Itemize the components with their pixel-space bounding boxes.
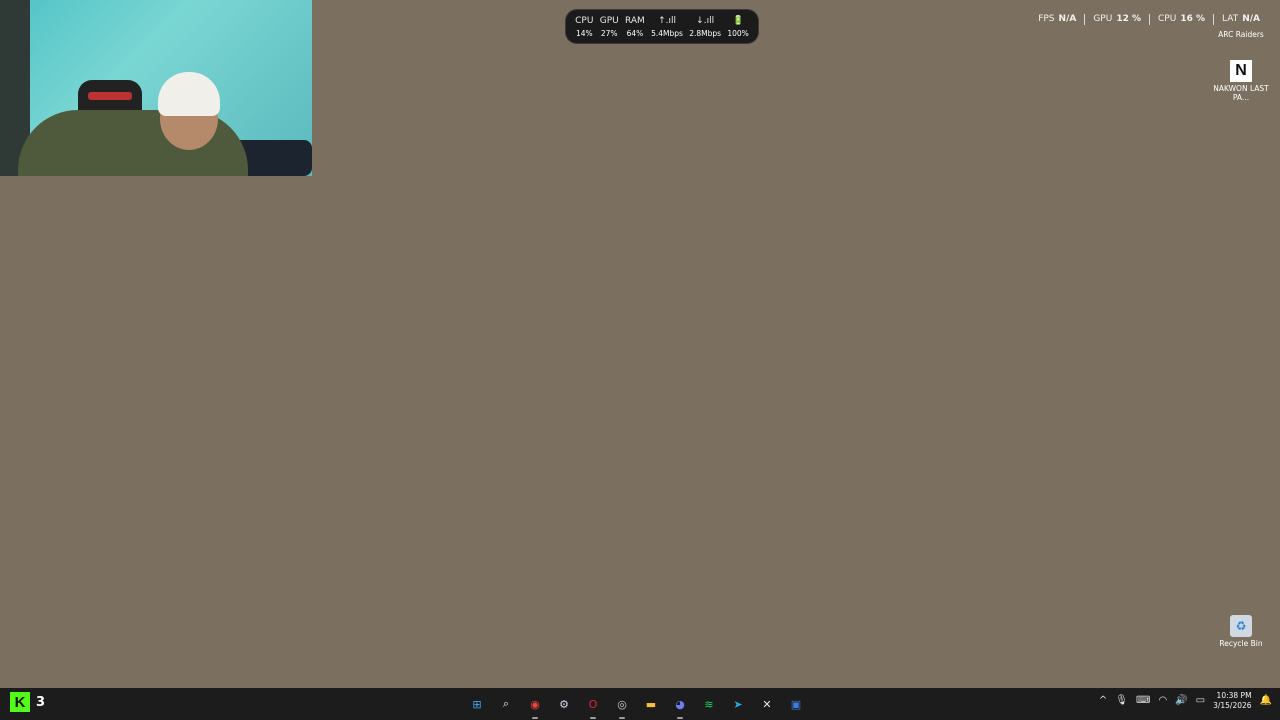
taskbar-left: K 3 <box>10 692 45 712</box>
obs-icon: ◎ <box>617 697 627 711</box>
running-indicator <box>590 717 596 719</box>
perf-cpu-value: 16 % <box>1180 14 1206 24</box>
webcam-chair-stripe <box>88 92 132 100</box>
running-indicator <box>677 717 683 719</box>
perf-lat: LAT N/A <box>1214 14 1268 24</box>
perf-lat-value: N/A <box>1242 14 1260 24</box>
taskbar-app-button[interactable]: ➤ <box>728 692 748 716</box>
sysmon-ram: RAM 64% <box>625 16 645 38</box>
running-indicator <box>619 717 625 719</box>
perf-fps: FPS N/A <box>1030 14 1084 24</box>
capcut-icon: ✕ <box>762 697 772 711</box>
chevron-up-icon[interactable]: ^ <box>1099 695 1107 706</box>
taskbar: K 3 ⊞ ⌕ ◉ ⚙ O ◎ ▬ ◕ ≋ ➤ ✕ ▣ ^ 🎙 ⌨ ◠ 🔊 ▭ 10:38 PM 3/… <box>0 688 1280 720</box>
sysmon-gpu-label: GPU <box>599 15 619 26</box>
taskbar-app-button[interactable]: ≋ <box>699 692 719 716</box>
taskbar-app-button[interactable]: ⌕ <box>496 692 516 716</box>
upload-signal-icon: ↑.ıll <box>658 15 676 26</box>
desktop-icon-label: ARC Raiders <box>1218 30 1264 39</box>
sysmon-ram-value: 64% <box>626 28 644 38</box>
taskbar-app-button[interactable]: O <box>583 692 603 719</box>
recycle-bin-icon: ♻ <box>1230 615 1252 637</box>
wifi-icon[interactable]: ◠ <box>1158 695 1167 706</box>
perf-gpu-value: 12 % <box>1116 14 1142 24</box>
kick-viewer-count: 3 <box>36 694 46 710</box>
perf-cpu-label: CPU <box>1158 14 1177 24</box>
taskbar-app-button[interactable]: ▬ <box>641 692 661 716</box>
spotify-icon: ≋ <box>704 697 714 711</box>
microphone-icon[interactable]: 🎙 <box>1115 695 1128 706</box>
perf-gpu-label: GPU <box>1093 14 1113 24</box>
battery-icon: 🔋 <box>732 15 744 26</box>
sysmon-battery: 🔋 100% <box>727 16 748 38</box>
telegram-icon: ➤ <box>733 697 743 711</box>
sysmon-upload-value: 5.4Mbps <box>651 28 683 38</box>
desktop-icon-arc-raiders[interactable]: ARC Raiders <box>1213 30 1269 39</box>
steam-icon: ⚙ <box>559 697 569 711</box>
sysmon-gpu-value: 27% <box>600 28 618 38</box>
keyboard-icon[interactable]: ⌨ <box>1136 695 1150 706</box>
webcam-beanie <box>158 72 220 116</box>
sysmon-download-value: 2.8Mbps <box>689 28 722 38</box>
kick-icon[interactable]: K <box>10 692 30 712</box>
nakwon-app-icon: N <box>1230 60 1252 82</box>
clock[interactable]: 10:38 PM 3/15/2026 <box>1213 691 1251 711</box>
perf-fps-label: FPS <box>1038 14 1055 24</box>
roblox-icon: ▣ <box>790 697 802 711</box>
taskbar-app-button[interactable]: ◕ <box>670 692 690 719</box>
desktop-icon-label: Recycle Bin <box>1219 639 1263 648</box>
discord-icon: ◕ <box>675 697 685 711</box>
sysmon-cpu-value: 14% <box>575 28 593 38</box>
chrome-icon: ◉ <box>530 697 540 711</box>
taskbar-app-button[interactable]: ✕ <box>757 692 777 716</box>
webcam-overlay <box>0 0 312 176</box>
system-monitor-widget[interactable]: CPU 14% GPU 27% RAM 64% ↑.ıll 5.4Mbps ↓.… <box>565 9 759 44</box>
download-signal-icon: ↓.ıll <box>696 15 715 26</box>
clock-date: 3/15/2026 <box>1213 700 1252 710</box>
battery-icon[interactable]: ▭ <box>1196 695 1205 706</box>
opera-gx-icon: O <box>588 697 598 711</box>
performance-overlay: FPS N/A GPU 12 % CPU 16 % LAT N/A <box>1030 12 1268 26</box>
perf-gpu: GPU 12 % <box>1085 14 1149 24</box>
taskbar-apps: ⊞ ⌕ ◉ ⚙ O ◎ ▬ ◕ ≋ ➤ ✕ ▣ <box>467 692 806 719</box>
system-tray: ^ 🎙 ⌨ ◠ 🔊 ▭ 10:38 PM 3/15/2026 🔔 <box>1099 691 1272 711</box>
desktop-icon-label: NAKWON LAST PA... <box>1213 84 1269 103</box>
running-indicator <box>532 717 538 719</box>
sysmon-ram-label: RAM <box>625 15 645 26</box>
desktop-icon-nakwon[interactable]: N NAKWON LAST PA... <box>1213 60 1269 103</box>
perf-lat-label: LAT <box>1222 14 1239 24</box>
volume-icon[interactable]: 🔊 <box>1175 695 1187 706</box>
sysmon-gpu: GPU 27% <box>600 16 619 38</box>
sysmon-cpu: CPU 14% <box>575 16 593 38</box>
sysmon-cpu-label: CPU <box>575 15 594 26</box>
start-icon: ⊞ <box>472 697 482 711</box>
perf-fps-value: N/A <box>1058 14 1077 24</box>
perf-cpu: CPU 16 % <box>1150 14 1213 24</box>
notification-bell-icon[interactable]: 🔔 <box>1260 695 1272 706</box>
desktop-icon-recycle-bin[interactable]: ♻ Recycle Bin <box>1213 615 1269 648</box>
taskbar-app-button[interactable]: ⊞ <box>467 692 487 716</box>
file-explorer-icon: ▬ <box>645 697 657 711</box>
sysmon-battery-value: 100% <box>727 28 749 38</box>
taskbar-app-button[interactable]: ◉ <box>525 692 545 719</box>
taskbar-app-button[interactable]: ▣ <box>786 692 806 716</box>
clock-time: 10:38 PM <box>1216 691 1252 700</box>
taskbar-app-button[interactable]: ◎ <box>612 692 632 719</box>
search-icon: ⌕ <box>502 697 510 710</box>
taskbar-app-button[interactable]: ⚙ <box>554 692 574 716</box>
sysmon-upload: ↑.ıll 5.4Mbps <box>651 16 683 38</box>
sysmon-download: ↓.ıll 2.8Mbps <box>689 16 721 38</box>
